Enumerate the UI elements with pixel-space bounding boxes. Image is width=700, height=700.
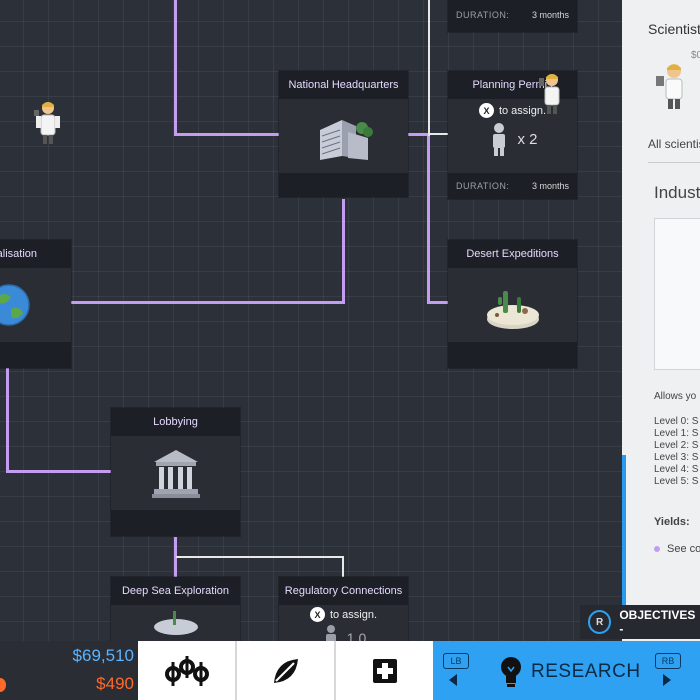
connector [430,133,448,135]
duration-label: DURATION: [456,181,510,191]
yield-item: See co [667,543,700,555]
all-scientists-label: All scientis [648,137,700,151]
duration-label: DURATION: [456,10,510,20]
leaf-icon [273,658,298,683]
connector [71,301,345,304]
office-building-icon [319,120,373,160]
node-title: Deep Sea Exploration [111,577,240,605]
scientist-figure[interactable] [32,100,64,153]
duration-value: 3 months [531,181,569,191]
research-node-partial[interactable]: DURATION: 3 months [448,0,577,32]
scientist-count: x 2 [517,130,538,148]
research-tree-canvas[interactable]: DURATION: 3 months National Headquarters… [0,0,622,641]
scientist-count: 1 0 [346,630,367,641]
connector [427,136,430,304]
scientist-placeholder-icon [325,625,336,641]
node-title: Regulatory Connections [279,577,408,605]
medical-cross-icon [372,658,397,683]
panel-title: Scientist [648,21,700,37]
duration-value: 3 months [531,10,569,20]
expense-value: $490 [96,674,134,693]
research-node-globalisation[interactable]: alisation [0,240,71,368]
level-3: Level 3: S [654,452,699,463]
yield-bullet [654,546,660,552]
operations-tab[interactable] [138,641,237,700]
connector [428,0,430,136]
health-tab[interactable] [336,641,435,700]
research-label: RESEARCH [531,661,641,682]
level-4: Level 4: S [654,464,699,475]
connector [342,556,344,578]
research-node-lobbying[interactable]: Lobbying [111,408,240,536]
research-node-regulatory-connections[interactable]: Regulatory Connections X to assign. 1 0 [279,577,408,641]
research-node-desert-expeditions[interactable]: Desert Expeditions [448,240,577,368]
level-5: Level 5: S [654,476,699,487]
research-node-national-headquarters[interactable]: National Headquarters [279,71,408,197]
level-2: Level 2: S [654,440,699,451]
rb-button-icon[interactable]: RB [655,653,681,669]
r-button-icon: R [588,610,612,634]
gears-icon [164,655,209,686]
description-box [654,218,700,370]
globe-icon [0,284,30,326]
scientist-figure[interactable] [536,72,568,121]
node-title: alisation [0,240,71,268]
connector [342,199,345,304]
environment-tab[interactable] [237,641,336,700]
connector [174,133,280,136]
x-button-icon[interactable]: X [309,607,325,622]
connector [6,368,9,472]
connector [176,556,344,558]
deep-sea-icon [153,611,198,635]
node-title: Desert Expeditions [448,240,577,268]
node-title: Lobbying [111,408,240,436]
scientist-placeholder-icon [493,123,506,156]
node-title: National Headquarters [279,71,408,99]
connector [407,133,429,136]
funds-display: $69,510 $490 [0,641,138,700]
previous-arrow-icon[interactable] [449,674,457,686]
objectives-button[interactable]: R OBJECTIVES - [580,605,700,639]
lightbulb-icon [501,657,521,687]
connector [6,470,111,473]
x-button-icon[interactable]: X [478,103,494,118]
government-building-icon [151,450,200,498]
assign-hint: to assign. [329,608,378,621]
scientist-portrait [652,62,692,117]
research-tab[interactable]: LB RESEARCH RB [433,641,700,700]
panel-subtitle: $0 [691,50,700,61]
yields-label: Yields: [654,516,690,528]
industry-heading: Indust [654,183,700,202]
objectives-label: OBJECTIVES - [619,608,696,636]
info-panel: Scientist $0 All scientis Indust Allows … [622,0,700,641]
lb-button-icon[interactable]: LB [443,653,469,669]
funds-value: $69,510 [72,646,134,665]
connector [427,301,448,304]
allows-text: Allows yo [654,391,697,402]
desert-cactus-icon [486,291,539,329]
connector [174,0,177,136]
next-arrow-icon[interactable] [663,674,671,686]
expense-icon [0,678,6,692]
level-1: Level 1: S [654,428,699,439]
research-node-deep-sea-exploration[interactable]: Deep Sea Exploration [111,577,240,641]
level-0: Level 0: S [654,416,699,427]
